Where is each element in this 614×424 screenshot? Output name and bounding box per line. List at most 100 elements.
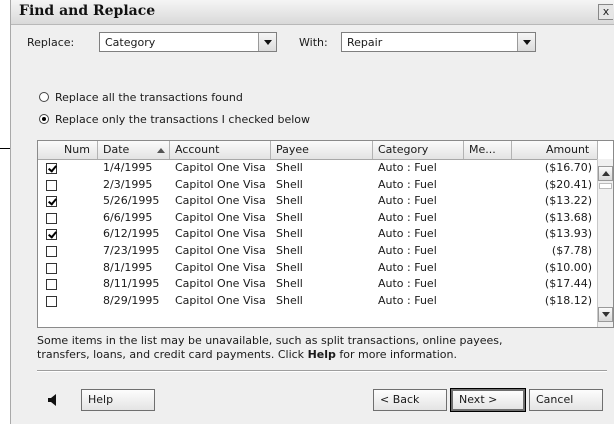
cell-payee: Shell <box>276 210 303 224</box>
cell-category: Auto : Fuel <box>378 194 437 208</box>
cell-account: Capitol One Visa <box>175 260 266 274</box>
info-note: Some items in the list may be unavailabl… <box>37 334 597 362</box>
with-value: Repair <box>347 36 383 49</box>
column-header-date-label: Date <box>103 143 130 156</box>
table-row[interactable]: 8/29/1995 Capitol One Visa Shell Auto : Fue… <box>38 293 598 309</box>
cell-date: 5/26/1995 <box>103 194 160 208</box>
scroll-down-icon[interactable] <box>598 307 613 322</box>
cell-payee: Shell <box>276 227 303 241</box>
row-checkbox[interactable] <box>46 179 57 191</box>
radio-replace-all[interactable] <box>39 92 49 102</box>
cancel-button[interactable]: Cancel <box>529 389 603 411</box>
close-icon[interactable]: x <box>598 4 613 20</box>
cell-payee: Shell <box>276 177 303 191</box>
radio-replace-checked[interactable] <box>39 114 49 124</box>
cell-date: 8/1/1995 <box>103 260 153 274</box>
cell-category: Auto : Fuel <box>378 260 437 274</box>
transactions-table: Num Date Account Payee Category Me... Am… <box>37 140 614 328</box>
cell-category: Auto : Fuel <box>378 161 437 174</box>
cell-account: Capitol One Visa <box>175 244 266 257</box>
cell-date: 6/6/1995 <box>103 210 153 224</box>
column-header-memo[interactable]: Me... <box>464 141 512 159</box>
info-note-line1: Some items in the list may be unavailabl… <box>37 334 503 347</box>
cell-category: Auto : Fuel <box>378 293 437 307</box>
column-header-date[interactable]: Date <box>98 141 170 159</box>
table-row[interactable]: 8/11/1995 Capitol One Visa Shell Auto : Fue… <box>38 276 598 292</box>
cell-amount: ($7.78) <box>551 244 592 257</box>
column-header-category[interactable]: Category <box>373 141 464 159</box>
column-header-payee[interactable]: Payee <box>271 141 373 159</box>
table-row[interactable]: 7/23/1995 Capitol One Visa Shell Auto : Fue… <box>38 243 598 259</box>
cell-date: 2/3/1995 <box>103 177 153 191</box>
cell-account: Capitol One Visa <box>175 177 266 191</box>
column-header-account[interactable]: Account <box>170 141 271 159</box>
cell-account: Capitol One Visa <box>175 161 266 174</box>
next-button[interactable]: Next > <box>450 388 526 412</box>
cell-account: Capitol One Visa <box>175 277 266 291</box>
cell-account: Capitol One Visa <box>175 194 266 208</box>
replace-value: Category <box>105 36 156 49</box>
cell-category: Auto : Fuel <box>378 227 437 241</box>
cell-account: Capitol One Visa <box>175 227 266 241</box>
back-button[interactable]: < Back <box>373 389 447 411</box>
scroll-thumb[interactable] <box>599 183 612 189</box>
row-checkbox[interactable] <box>46 295 57 307</box>
cell-amount: ($13.68) <box>544 210 592 224</box>
with-label: With: <box>299 36 328 49</box>
cell-date: 8/11/1995 <box>103 277 160 291</box>
chevron-down-icon[interactable] <box>258 33 276 51</box>
vertical-scrollbar[interactable] <box>597 159 613 327</box>
table-row[interactable]: 2/3/1995 Capitol One Visa Shell Auto : Fuel… <box>38 177 598 193</box>
cell-payee: Shell <box>276 260 303 274</box>
row-checkbox[interactable] <box>46 163 57 174</box>
table-header: Num Date Account Payee Category Me... Am… <box>38 141 598 160</box>
info-note-help-word: Help <box>307 348 336 361</box>
column-header-num[interactable]: Num <box>38 141 98 159</box>
row-checkbox[interactable] <box>46 246 57 257</box>
table-row[interactable]: 6/12/1995 Capitol One Visa Shell Auto : Fue… <box>38 226 598 242</box>
speaker-icon[interactable] <box>47 394 59 406</box>
find-and-replace-dialog: Find and Replace x Replace: Category Wit… <box>10 0 614 424</box>
divider <box>37 370 607 372</box>
option-replace-checked-label: Replace only the transactions I checked … <box>55 113 311 126</box>
cell-amount: ($20.41) <box>544 177 592 191</box>
column-header-amount[interactable]: Amount <box>512 141 598 159</box>
cell-amount: ($18.12) <box>544 293 592 307</box>
table-row[interactable]: 1/4/1995 Capitol One Visa Shell Auto : Fuel… <box>38 160 598 176</box>
with-combo[interactable]: Repair <box>341 32 536 52</box>
replace-combo[interactable]: Category <box>99 32 277 52</box>
table-row[interactable]: 6/6/1995 Capitol One Visa Shell Auto : Fuel… <box>38 210 598 226</box>
cell-payee: Shell <box>276 244 303 257</box>
cell-amount: ($10.00) <box>544 260 592 274</box>
cell-payee: Shell <box>276 277 303 291</box>
cell-payee: Shell <box>276 194 303 208</box>
row-checkbox[interactable] <box>46 229 57 241</box>
cell-category: Auto : Fuel <box>378 244 437 257</box>
replace-label: Replace: <box>27 36 75 49</box>
cell-category: Auto : Fuel <box>378 277 437 291</box>
chevron-down-icon[interactable] <box>517 33 535 51</box>
option-replace-all-label: Replace all the transactions found <box>55 91 243 104</box>
cell-amount: ($17.44) <box>544 277 592 291</box>
row-checkbox[interactable] <box>46 262 57 274</box>
title-bar: Find and Replace x <box>11 0 614 25</box>
row-checkbox[interactable] <box>46 196 57 208</box>
info-note-line2: transfers, loans, and credit card paymen… <box>37 348 597 362</box>
scroll-up-icon[interactable] <box>598 166 613 181</box>
cell-category: Auto : Fuel <box>378 210 437 224</box>
cell-date: 8/29/1995 <box>103 293 160 307</box>
help-button[interactable]: Help <box>81 389 155 411</box>
row-checkbox[interactable] <box>46 279 57 291</box>
cell-account: Capitol One Visa <box>175 210 266 224</box>
cell-account: Capitol One Visa <box>175 293 266 307</box>
info-note-text: transfers, loans, and credit card paymen… <box>37 348 308 361</box>
cell-amount: ($13.22) <box>544 194 592 208</box>
table-row[interactable]: 5/26/1995 Capitol One Visa Shell Auto : Fue… <box>38 193 598 209</box>
cell-date: 6/12/1995 <box>103 227 160 241</box>
cell-amount: ($16.70) <box>544 161 592 174</box>
table-row[interactable]: 8/1/1995 Capitol One Visa Shell Auto : Fuel… <box>38 260 598 276</box>
cell-date: 7/23/1995 <box>103 244 160 257</box>
cell-payee: Shell <box>276 161 303 174</box>
sort-ascending-icon <box>157 148 165 153</box>
row-checkbox[interactable] <box>46 212 57 224</box>
